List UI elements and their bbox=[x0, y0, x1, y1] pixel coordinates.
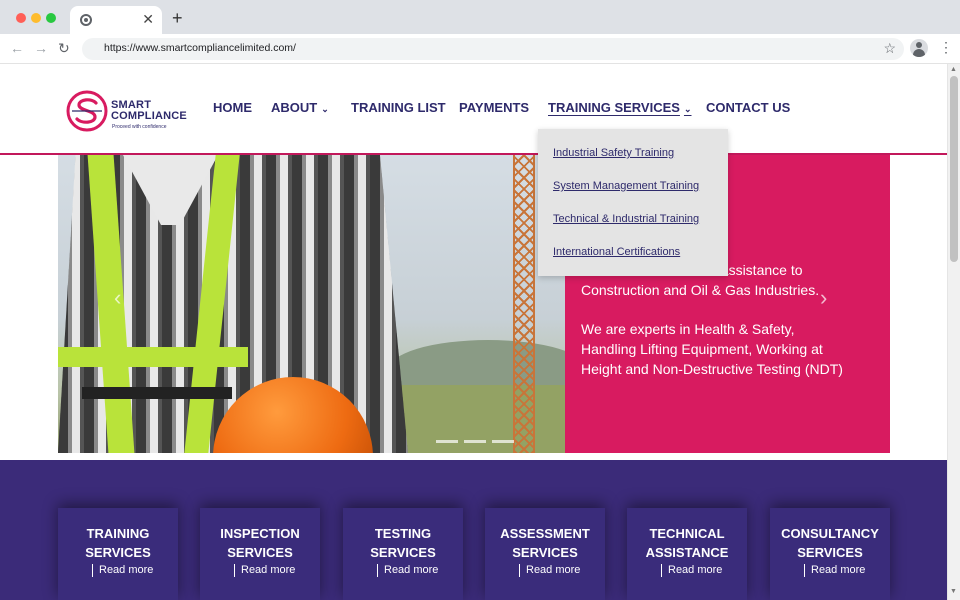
browser-tab-strip: ✕ + bbox=[0, 0, 960, 34]
slider-prev-arrow-icon[interactable]: ‹ bbox=[114, 285, 121, 311]
nav-payments[interactable]: PAYMENTS bbox=[459, 100, 529, 115]
minimize-window-button[interactable] bbox=[31, 13, 41, 23]
card-title: ASSESSMENT SERVICES bbox=[500, 526, 590, 560]
hero-line-3: We are experts in Health & Safety, bbox=[581, 321, 795, 337]
service-card-inspection[interactable]: INSPECTION SERVICES Read more bbox=[200, 508, 320, 600]
reload-icon[interactable]: ↻ bbox=[58, 40, 70, 56]
hero-line-4: Handling Lifting Equipment, Working at bbox=[581, 341, 823, 357]
scroll-down-icon[interactable]: ▼ bbox=[950, 588, 957, 595]
read-more-link[interactable]: Read more bbox=[519, 564, 580, 577]
read-more-link[interactable]: Read more bbox=[377, 564, 438, 577]
scroll-thumb[interactable] bbox=[950, 76, 958, 262]
logo-tagline: Proceed with confidence bbox=[112, 124, 167, 130]
forward-arrow-icon[interactable]: → bbox=[34, 40, 48, 56]
service-card-technical[interactable]: TECHNICAL ASSISTANCE Read more bbox=[627, 508, 747, 600]
training-services-dropdown: Industrial Safety Training System Manage… bbox=[538, 129, 728, 276]
chevron-down-icon: ⌄ bbox=[321, 104, 329, 114]
hero-worker-photo bbox=[58, 155, 588, 453]
dropdown-item-technical-industrial[interactable]: Technical & Industrial Training bbox=[553, 213, 699, 225]
service-card-assessment[interactable]: ASSESSMENT SERVICES Read more bbox=[485, 508, 605, 600]
site-logo[interactable]: SMART COMPLIANCE Proceed with confidence bbox=[66, 90, 196, 132]
read-more-link[interactable]: Read more bbox=[92, 564, 153, 577]
hero-line-2: Construction and Oil & Gas Industries. bbox=[581, 282, 820, 298]
service-card-consultancy[interactable]: CONSULTANCY SERVICES Read more bbox=[770, 508, 890, 600]
browser-menu-icon[interactable]: ⋮ bbox=[939, 40, 953, 54]
chevron-down-icon: ⌄ bbox=[683, 104, 692, 114]
browser-toolbar: ← → ↻ https://www.smartcompliancelimited… bbox=[0, 34, 960, 64]
close-tab-icon[interactable]: ✕ bbox=[142, 11, 154, 27]
site-header: SMART COMPLIANCE Proceed with confidence… bbox=[0, 64, 947, 155]
slider-dot[interactable] bbox=[436, 440, 458, 443]
address-bar[interactable]: https://www.smartcompliancelimited.com/ … bbox=[82, 38, 904, 60]
maximize-window-button[interactable] bbox=[46, 13, 56, 23]
bookmark-star-icon[interactable]: ☆ bbox=[883, 40, 896, 57]
hero-slider: al assistance to Construction and Oil & … bbox=[58, 155, 890, 453]
nav-contact-us[interactable]: CONTACT US bbox=[706, 100, 790, 115]
nav-training-list[interactable]: TRAINING LIST bbox=[351, 100, 446, 115]
read-more-link[interactable]: Read more bbox=[234, 564, 295, 577]
smart-compliance-logo-icon bbox=[66, 90, 108, 132]
card-title: CONSULTANCY SERVICES bbox=[781, 526, 879, 560]
read-more-link[interactable]: Read more bbox=[661, 564, 722, 577]
nav-training-services[interactable]: TRAINING SERVICES ⌄ bbox=[548, 100, 692, 115]
hero-line-5: Height and Non-Destructive Testing (NDT) bbox=[581, 361, 843, 377]
card-title: TECHNICAL ASSISTANCE bbox=[645, 526, 729, 560]
card-title: TESTING SERVICES bbox=[370, 526, 436, 560]
back-arrow-icon[interactable]: ← bbox=[10, 40, 24, 56]
page-viewport: SMART COMPLIANCE Proceed with confidence… bbox=[0, 64, 947, 600]
chrome-favicon-icon bbox=[80, 14, 92, 26]
dropdown-item-system-management[interactable]: System Management Training bbox=[553, 180, 699, 192]
slider-dot[interactable] bbox=[492, 440, 514, 443]
card-title: INSPECTION SERVICES bbox=[220, 526, 300, 560]
new-tab-button[interactable]: + bbox=[172, 9, 183, 27]
page-scrollbar[interactable]: ▲ ▼ bbox=[947, 64, 960, 600]
slider-dots bbox=[436, 430, 520, 448]
nav-home[interactable]: HOME bbox=[213, 100, 252, 115]
browser-tab[interactable]: ✕ bbox=[70, 6, 162, 34]
service-card-training[interactable]: TRAINING SERVICES Read more bbox=[58, 508, 178, 600]
services-band: TRAINING SERVICES Read more INSPECTION SER… bbox=[0, 460, 947, 600]
scroll-up-icon[interactable]: ▲ bbox=[950, 66, 957, 73]
dropdown-item-international-certifications[interactable]: International Certifications bbox=[553, 246, 680, 258]
close-window-button[interactable] bbox=[16, 13, 26, 23]
url-text[interactable]: https://www.smartcompliancelimited.com/ bbox=[104, 42, 296, 54]
dropdown-item-industrial-safety[interactable]: Industrial Safety Training bbox=[553, 147, 674, 159]
read-more-link[interactable]: Read more bbox=[804, 564, 865, 577]
slider-dot[interactable] bbox=[464, 440, 486, 443]
slider-next-arrow-icon[interactable]: › bbox=[820, 285, 827, 311]
profile-avatar-icon[interactable] bbox=[910, 39, 928, 57]
logo-wordmark: SMART COMPLIANCE bbox=[111, 99, 187, 122]
card-title: TRAINING SERVICES bbox=[85, 526, 151, 560]
service-card-testing[interactable]: TESTING SERVICES Read more bbox=[343, 508, 463, 600]
nav-about[interactable]: ABOUT ⌄ bbox=[271, 100, 329, 115]
